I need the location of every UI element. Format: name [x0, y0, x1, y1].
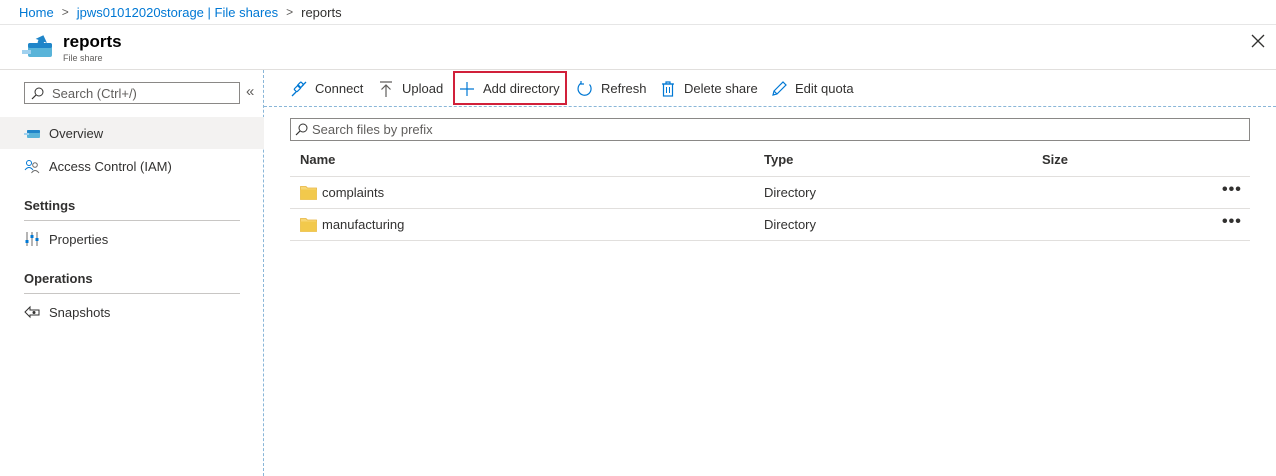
edit-quota-label: Edit quota: [795, 81, 854, 96]
nav-item-label: Overview: [49, 125, 104, 141]
nav-search-input[interactable]: [52, 85, 232, 101]
folder-icon: [300, 218, 317, 232]
breadcrumb-separator: >: [61, 5, 69, 19]
delete-share-label: Delete share: [684, 81, 758, 96]
nav-section-settings: Settings: [24, 198, 240, 221]
upload-button[interactable]: Upload: [377, 70, 443, 107]
more-options-icon[interactable]: •••: [1222, 213, 1242, 231]
breadcrumb-storage-account[interactable]: jpws01012020storage | File shares: [77, 5, 278, 20]
column-header-size[interactable]: Size: [1042, 152, 1068, 167]
delete-share-button[interactable]: Delete share: [659, 70, 758, 107]
column-header-name[interactable]: Name: [300, 152, 335, 167]
breadcrumb: Home > jpws01012020storage | File shares…: [0, 0, 1276, 25]
pencil-icon: [770, 80, 788, 98]
refresh-icon: [576, 80, 594, 98]
people-icon: [24, 158, 40, 174]
collapse-nav-button[interactable]: «: [246, 84, 254, 100]
nav-search-box[interactable]: [24, 82, 240, 104]
page-title: reports: [63, 32, 122, 51]
close-icon[interactable]: [1248, 31, 1268, 51]
more-options-icon[interactable]: •••: [1222, 181, 1242, 199]
upload-label: Upload: [402, 81, 444, 96]
page-subtitle: File share: [63, 53, 103, 63]
file-share-icon: [24, 125, 40, 141]
file-name[interactable]: manufacturing: [322, 217, 404, 232]
table-row[interactable]: complaints Directory •••: [290, 177, 1250, 209]
files-table: Name Type Size complaints Directory ••• …: [290, 144, 1250, 241]
breadcrumb-separator: >: [286, 5, 294, 19]
table-row[interactable]: manufacturing Directory •••: [290, 209, 1250, 241]
breadcrumb-home[interactable]: Home: [19, 5, 54, 20]
folder-icon: [300, 186, 317, 200]
file-type: Directory: [764, 217, 817, 232]
command-bar: Connect Upload Add directory Refresh Del…: [264, 70, 1276, 107]
refresh-button[interactable]: Refresh: [576, 70, 647, 107]
nav-item-properties[interactable]: Properties: [0, 223, 264, 255]
upload-icon: [377, 80, 395, 98]
highlight-box: [453, 71, 567, 105]
breadcrumb-current: reports: [301, 4, 342, 20]
trash-icon: [659, 80, 677, 98]
connect-icon: [290, 80, 308, 98]
nav-item-snapshots[interactable]: Snapshots: [0, 296, 264, 328]
left-navigation: « Overview Access Control (IAM) Settings: [0, 70, 264, 476]
column-header-type[interactable]: Type: [764, 152, 793, 167]
nav-section-operations: Operations: [24, 271, 240, 294]
edit-quota-button[interactable]: Edit quota: [770, 70, 854, 107]
nav-item-access-control[interactable]: Access Control (IAM): [0, 150, 264, 182]
nav-item-label: Snapshots: [49, 304, 111, 320]
connect-label: Connect: [315, 81, 364, 96]
file-search-box[interactable]: [290, 118, 1250, 141]
refresh-label: Refresh: [601, 81, 647, 96]
nav-item-label: Properties: [49, 231, 109, 247]
snapshots-icon: [24, 304, 40, 320]
connect-button[interactable]: Connect: [290, 70, 363, 107]
search-icon: [31, 87, 44, 99]
file-share-icon: [22, 35, 52, 57]
file-search-input[interactable]: [312, 122, 1212, 137]
nav-item-overview[interactable]: Overview: [0, 117, 264, 149]
nav-item-label: Access Control (IAM): [49, 158, 172, 174]
file-type: Directory: [764, 185, 817, 200]
blade-header: reports File share: [0, 25, 1276, 70]
search-icon: [295, 123, 308, 136]
properties-icon: [24, 231, 40, 247]
table-header: Name Type Size: [290, 144, 1250, 177]
file-name[interactable]: complaints: [322, 185, 384, 200]
